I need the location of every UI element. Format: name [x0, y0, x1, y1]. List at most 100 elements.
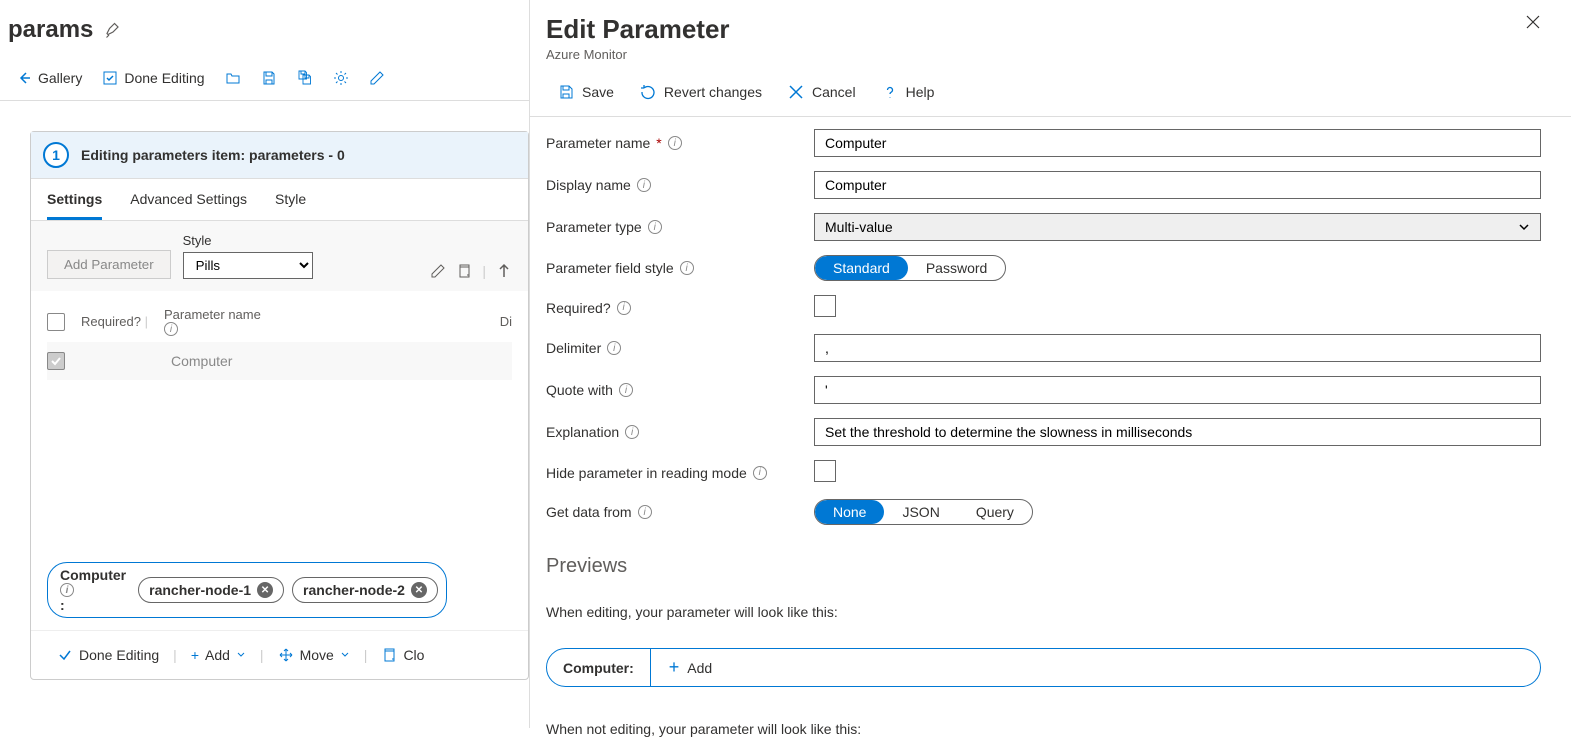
panel-subtitle: Azure Monitor [546, 47, 730, 62]
pill-item[interactable]: rancher-node-2 ✕ [292, 577, 438, 603]
field-style-label: Parameter field style [546, 260, 674, 276]
chevron-down-icon [340, 650, 350, 660]
hide-in-reading-checkbox[interactable] [814, 460, 836, 482]
separator: | [173, 647, 177, 663]
field-style-segmented[interactable]: Standard Password [814, 255, 1006, 281]
parameter-name-label: Parameter name [546, 135, 650, 151]
save-button[interactable]: Save [546, 80, 626, 104]
parameter-name-input[interactable] [814, 129, 1541, 157]
required-label: Required? [546, 300, 611, 316]
preview-editing-desc: When editing, your parameter will look l… [546, 604, 1541, 620]
done-editing-icon [102, 70, 118, 86]
plus-icon: + [191, 647, 199, 663]
gear-icon [333, 70, 349, 86]
table-header: Required? | Parameter name i Di [47, 301, 512, 342]
separator: | [260, 647, 264, 663]
done-editing-action[interactable]: Done Editing [47, 643, 169, 667]
previews-title: Previews [546, 555, 1541, 578]
quote-with-input[interactable] [814, 376, 1541, 404]
pin-icon[interactable] [105, 22, 121, 38]
get-data-from-label: Get data from [546, 504, 632, 520]
save-icon-button[interactable] [253, 64, 285, 92]
column-required: Required? | [81, 314, 148, 329]
segment-none[interactable]: None [815, 500, 884, 524]
preview-pill-group[interactable]: Computer i: rancher-node-1 ✕ rancher-nod… [47, 562, 447, 618]
check-icon [57, 647, 73, 663]
style-select[interactable]: Pills [183, 252, 313, 279]
revert-button[interactable]: Revert changes [628, 80, 774, 104]
required-indicator: * [656, 135, 661, 151]
pill-close-icon[interactable]: ✕ [257, 582, 273, 598]
tabs: Settings Advanced Settings Style [31, 179, 528, 221]
pencil-icon [369, 70, 385, 86]
style-label: Style [183, 233, 313, 248]
revert-icon [640, 84, 656, 100]
segment-standard[interactable]: Standard [815, 256, 908, 280]
close-icon[interactable] [1525, 14, 1541, 30]
save-icon [558, 84, 574, 100]
row-checkbox[interactable] [47, 352, 65, 370]
display-name-input[interactable] [814, 171, 1541, 199]
select-all-checkbox[interactable] [47, 313, 65, 331]
tab-settings[interactable]: Settings [47, 191, 102, 220]
move-up-icon[interactable] [496, 263, 512, 279]
pill-item[interactable]: rancher-node-1 ✕ [138, 577, 284, 603]
info-icon: i [648, 220, 662, 234]
save-as-icon-button[interactable] [289, 64, 321, 92]
folder-open-icon [225, 70, 241, 86]
explanation-input[interactable] [814, 418, 1541, 446]
info-icon: i [607, 341, 621, 355]
panel-toolbar: Save Revert changes Cancel Help [530, 68, 1571, 117]
required-checkbox[interactable] [814, 295, 836, 317]
tab-style[interactable]: Style [275, 191, 306, 220]
help-icon [882, 84, 898, 100]
get-data-segmented[interactable]: None JSON Query [814, 499, 1033, 525]
hide-in-reading-label: Hide parameter in reading mode [546, 465, 747, 481]
gallery-button[interactable]: Gallery [8, 64, 90, 92]
main-toolbar: Gallery Done Editing [0, 56, 529, 101]
settings-icon-button[interactable] [325, 64, 357, 92]
info-icon: i [668, 136, 682, 150]
plus-icon: + [669, 657, 680, 678]
info-icon: i [617, 301, 631, 315]
segment-password[interactable]: Password [908, 256, 1005, 280]
segment-json[interactable]: JSON [884, 500, 957, 524]
help-button[interactable]: Help [870, 80, 947, 104]
open-icon-button[interactable] [217, 64, 249, 92]
table-row[interactable]: Computer [47, 342, 512, 380]
tab-advanced-settings[interactable]: Advanced Settings [130, 191, 247, 220]
move-icon [278, 647, 294, 663]
info-icon: i [753, 466, 767, 480]
preview-editing-pill[interactable]: Computer: + Add [546, 648, 1541, 687]
done-editing-button[interactable]: Done Editing [94, 64, 212, 92]
parameter-type-select[interactable]: Multi-value [814, 213, 1541, 241]
move-action[interactable]: Move [268, 643, 360, 667]
column-name: Parameter name i [164, 307, 261, 336]
parameter-type-label: Parameter type [546, 219, 642, 235]
pill-close-icon[interactable]: ✕ [411, 582, 427, 598]
copy-row-icon[interactable] [456, 263, 472, 279]
editor-title: Editing parameters item: parameters - 0 [81, 147, 345, 163]
copy-icon [381, 647, 397, 663]
panel-title: Edit Parameter [546, 14, 730, 45]
preview-not-editing-desc: When not editing, your parameter will lo… [546, 721, 1541, 737]
delimiter-input[interactable] [814, 334, 1541, 362]
info-icon: i [60, 583, 74, 597]
separator: | [364, 647, 368, 663]
info-icon: i [638, 505, 652, 519]
clone-action[interactable]: Clo [371, 643, 434, 667]
cancel-button[interactable]: Cancel [776, 80, 868, 104]
step-badge: 1 [43, 142, 69, 168]
info-icon: i [680, 261, 694, 275]
add-parameter-button[interactable]: Add Parameter [47, 250, 171, 279]
explanation-label: Explanation [546, 424, 619, 440]
segment-query[interactable]: Query [958, 500, 1032, 524]
add-action[interactable]: + Add [181, 643, 256, 667]
preview-pill-label: Computer i: [56, 567, 130, 613]
quote-with-label: Quote with [546, 382, 613, 398]
edit-icon-button[interactable] [361, 64, 393, 92]
edit-row-icon[interactable] [430, 263, 446, 279]
chevron-down-icon [236, 650, 246, 660]
preview-add-button[interactable]: + Add [650, 649, 730, 686]
separator-icon: | [482, 263, 486, 279]
